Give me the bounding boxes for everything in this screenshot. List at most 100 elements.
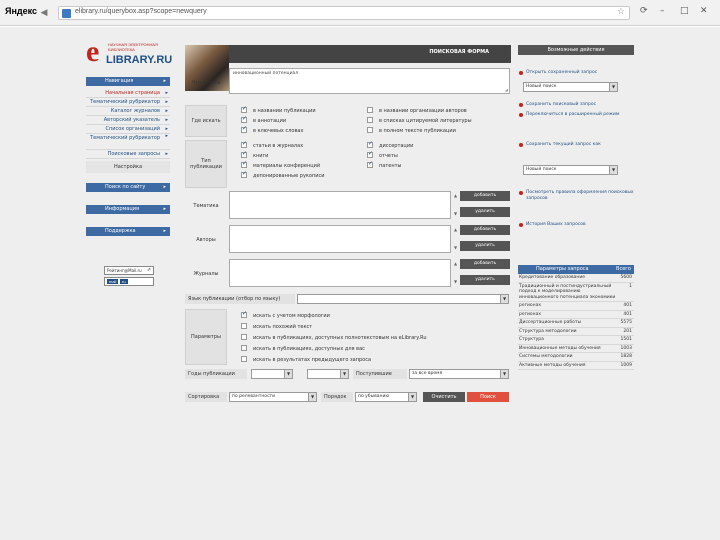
menu-item-organizations[interactable]: Список организаций ▸ — [86, 125, 170, 134]
chevron-right-icon: ▸ — [165, 90, 168, 96]
receipt-value: за все время — [412, 371, 443, 376]
receipt-select[interactable]: за все время ▼ — [409, 369, 509, 379]
topic-list[interactable] — [229, 191, 451, 219]
authors-add-button[interactable]: добавить — [460, 225, 510, 235]
param-morphology-checkbox[interactable]: искать с учетом морфологии — [241, 310, 330, 319]
table-row[interactable]: регионах 401 — [518, 302, 634, 311]
checkbox-label: искать с учетом морфологии — [253, 313, 330, 319]
mail-ru-logo[interactable]: mail ru — [104, 277, 154, 286]
chevron-down-icon: ▼ — [284, 370, 292, 378]
table-row[interactable]: Традиционный и постиндустриальный подход… — [518, 283, 634, 302]
journals-scroll-icon[interactable]: ▲ ▼ — [454, 261, 457, 285]
topic-clear-button[interactable]: удалить — [460, 207, 510, 217]
where-fulltext-checkbox[interactable]: в полном тексте публикации — [367, 127, 456, 134]
open-saved-query-select[interactable]: Новый поиск ▼ — [523, 82, 618, 92]
param-fulltext-checkbox[interactable]: искать в публикациях, доступных полнотек… — [241, 334, 427, 341]
menu-item-authors[interactable]: Авторский указатель ▸ — [86, 116, 170, 125]
journals-add-button[interactable]: добавить — [460, 259, 510, 269]
query-history-link[interactable]: История Ваших запросов — [518, 222, 634, 228]
elibrary-logo[interactable]: e НАУЧНАЯ ЭЛЕКТРОННАЯ БИБЛИОТЕКА LIBRARY… — [86, 35, 178, 73]
type-articles-checkbox[interactable]: статьи в журналах — [241, 140, 304, 149]
table-row[interactable]: регионах 401 — [518, 311, 634, 319]
type-conferences-checkbox[interactable]: материалы конференций — [241, 160, 320, 169]
menu-item-label: Авторский указатель — [103, 117, 160, 123]
type-patents-checkbox[interactable]: патенты — [367, 160, 401, 169]
topic-scroll-icon[interactable]: ▲ ▼ — [454, 193, 457, 217]
checkbox-icon — [241, 334, 247, 340]
sort-select[interactable]: по релевантности ▼ — [229, 392, 317, 402]
menu-item-home[interactable]: Начальная страница ▸ — [86, 89, 170, 98]
menu-info-header[interactable]: Информация ▸ — [86, 205, 170, 214]
table-row[interactable]: Кредитование образование 5600 — [518, 274, 634, 283]
extended-mode-link[interactable]: Переключиться в расширенный режим — [518, 112, 634, 118]
authors-clear-button[interactable]: удалить — [460, 241, 510, 251]
where-references-checkbox[interactable]: в списках цитируемой литературы — [367, 117, 472, 124]
what-textarea[interactable]: инновационный потенциал ◢ — [229, 68, 510, 94]
type-theses-checkbox[interactable]: диссертации — [367, 140, 413, 149]
open-saved-query-link[interactable]: Открыть сохраненный запрос — [518, 70, 634, 76]
where-title-checkbox[interactable]: в названии публикации — [241, 105, 316, 114]
checkbox-label: статьи в журналах — [253, 143, 304, 149]
checkbox-label: в аннотации — [253, 118, 287, 124]
params-row: Параметры искать с учетом морфологии иск… — [185, 309, 511, 365]
chevron-right-icon: ▸ — [163, 184, 166, 190]
reload-icon[interactable]: ⟳ — [640, 6, 648, 16]
where-abstract-checkbox[interactable]: в аннотации — [241, 115, 287, 124]
param-similar-checkbox[interactable]: искать похожий текст — [241, 323, 312, 330]
table-row[interactable]: Активные методы обучения 1009 — [518, 362, 634, 370]
type-books-checkbox[interactable]: книги — [241, 150, 268, 159]
menu-item-journals[interactable]: Каталог журналов ▸ — [86, 107, 170, 116]
param-count: 401 — [623, 311, 632, 317]
query-rules-link[interactable]: Посмотреть правила оформления поисковых … — [518, 190, 634, 201]
save-current-query-link[interactable]: Сохранить текущий запрос как — [518, 142, 634, 148]
maximize-icon[interactable]: □ — [680, 6, 689, 16]
menu-item-settings[interactable]: Настройка — [86, 161, 170, 173]
years-row: Годы публикации ▼ ▼ Поступившие за все в… — [185, 369, 511, 381]
minimize-icon[interactable]: – — [660, 6, 665, 16]
address-bar[interactable]: elibrary.ru/querybox.asp?scope=newquery … — [58, 6, 630, 20]
authors-list[interactable] — [229, 225, 451, 253]
save-query-select[interactable]: Новый поиск ▼ — [523, 165, 618, 175]
param-name: Структура методологии — [519, 328, 577, 334]
menu-navigation-header[interactable]: Навигация ▸ — [86, 77, 170, 86]
year-from-select[interactable]: ▼ — [251, 369, 293, 379]
authors-scroll-icon[interactable]: ▲ ▼ — [454, 227, 457, 251]
menu-navigation-label: Навигация — [105, 78, 134, 84]
external-link-icon: ⇗ — [146, 267, 151, 273]
close-icon[interactable]: ✕ — [700, 6, 708, 16]
language-select[interactable]: ▼ — [297, 294, 509, 304]
type-manuscripts-checkbox[interactable]: депонированные рукописи — [241, 170, 325, 179]
bookmark-star-icon[interactable]: ☆ — [617, 7, 625, 17]
menu-item-rubricator-2[interactable]: Тематический рубрикатор ▸ — [86, 134, 170, 150]
where-org-checkbox[interactable]: в названии организации авторов — [367, 107, 467, 114]
menu-search-header[interactable]: Поиск по сайту ▸ — [86, 183, 170, 192]
checkbox-icon — [241, 345, 247, 351]
type-reports-checkbox[interactable]: отчеты — [367, 150, 398, 159]
save-query-link[interactable]: Сохранить поисковый запрос — [518, 102, 634, 108]
checkbox-icon — [241, 310, 247, 318]
reset-button[interactable]: Очистить — [423, 392, 465, 402]
table-row[interactable]: Структура 1501 — [518, 336, 634, 345]
topic-add-button[interactable]: добавить — [460, 191, 510, 201]
menu-item-queries[interactable]: Поисковые запросы ▸ — [86, 150, 170, 159]
param-previous-checkbox[interactable]: искать в результатах предыдущего запроса — [241, 356, 371, 363]
table-row[interactable]: Диссертационные работы 5575 — [518, 319, 634, 328]
order-select[interactable]: по убыванию ▼ — [355, 392, 417, 402]
rating-counter-box[interactable]: Рейтинг@Mail.ru ⇗ — [104, 266, 154, 275]
table-row[interactable]: Структура методологии 201 — [518, 328, 634, 336]
resize-grip-icon[interactable]: ◢ — [505, 87, 508, 92]
menu-support-header[interactable]: Поддержка ▸ — [86, 227, 170, 236]
param-available-checkbox[interactable]: искать в публикациях, доступных для вас — [241, 345, 365, 352]
year-to-select[interactable]: ▼ — [307, 369, 349, 379]
where-keywords-checkbox[interactable]: в ключевых словах — [241, 125, 303, 134]
journals-list[interactable] — [229, 259, 451, 287]
yandex-logo[interactable]: Яндекс — [5, 6, 37, 16]
rating-counter[interactable]: Рейтинг@Mail.ru ⇗ mail ru — [104, 266, 154, 286]
back-icon[interactable]: ◀ — [38, 7, 50, 19]
menu-item-rubricator[interactable]: Тематический рубрикатор ▸ — [86, 98, 170, 107]
search-button[interactable]: Поиск — [467, 392, 509, 402]
table-row[interactable]: Системы методологии 1828 — [518, 353, 634, 362]
checkbox-label: депонированные рукописи — [253, 173, 325, 179]
journals-clear-button[interactable]: удалить — [460, 275, 510, 285]
table-row[interactable]: Инновационные методы обучения 1003 — [518, 345, 634, 353]
